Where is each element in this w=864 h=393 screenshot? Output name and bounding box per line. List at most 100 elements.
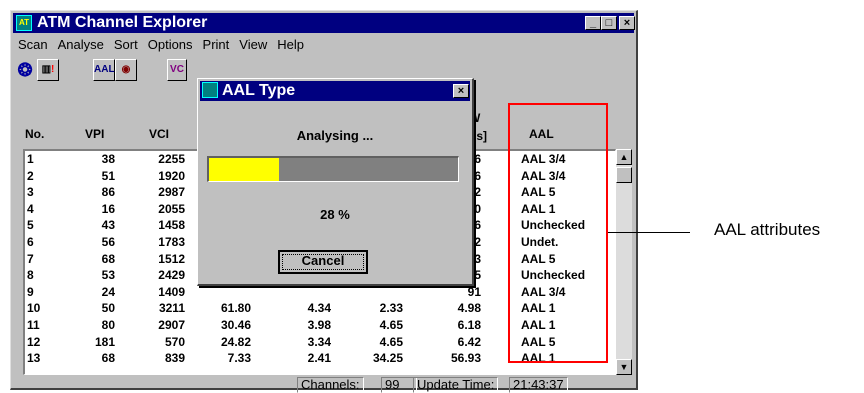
cell-no: 2 [27, 168, 34, 183]
cell-no: 13 [27, 351, 41, 366]
cell-no: 4 [27, 201, 34, 216]
cell-no: 6 [27, 235, 34, 249]
menu-scan[interactable]: Scan [13, 35, 53, 52]
aal-type-dialog: AAL Type × Analysing ... 28 % Cancel [197, 78, 474, 286]
scroll-up-icon[interactable]: ▲ [616, 149, 632, 165]
cell-c5: 4.34 [307, 301, 331, 316]
minimize-icon[interactable]: _ [585, 16, 601, 30]
progress-percent: 28 % [320, 207, 350, 222]
cell-vci: 2055 [158, 201, 185, 216]
cell-c6: 2.33 [379, 301, 403, 316]
cell-c5: 2.41 [307, 351, 331, 366]
cell-no: 12 [27, 334, 41, 349]
app-icon[interactable]: AT [16, 15, 32, 31]
cell-no: 9 [27, 284, 34, 299]
cell-vci: 570 [164, 334, 185, 349]
dialog-message: Analysing ... [296, 128, 374, 143]
cell-c4: 30.46 [220, 318, 251, 332]
cell-vpi: 43 [101, 218, 115, 233]
channels-value: 99 [381, 377, 417, 393]
col-vpi[interactable]: VPI [85, 127, 104, 141]
report-tool-icon[interactable]: ▥! [37, 59, 59, 81]
cell-vci: 2987 [158, 185, 185, 200]
cancel-label: Cancel [301, 253, 345, 268]
cell-no: 3 [27, 185, 34, 200]
scan-tool-icon[interactable]: ❂ [15, 59, 35, 81]
menu-options[interactable]: Options [143, 35, 198, 52]
cell-vpi: 80 [101, 318, 115, 332]
cell-vci: 1783 [158, 235, 185, 249]
dialog-close-icon[interactable]: × [453, 84, 469, 98]
cell-no: 5 [27, 218, 34, 233]
cell-c5: 3.98 [307, 318, 331, 332]
cell-c4: 7.33 [227, 351, 251, 366]
menu-analyse[interactable]: Analyse [53, 35, 109, 52]
dialog-title-bar[interactable]: AAL Type × [200, 81, 470, 101]
cancel-button[interactable]: Cancel [278, 250, 368, 274]
progress-bar [207, 156, 459, 182]
cell-c7: 4.98 [457, 301, 481, 316]
cell-c7: 6.42 [457, 334, 481, 349]
cell-c5: 3.34 [307, 334, 331, 349]
cell-vci: 2429 [158, 268, 185, 283]
cell-vci: 1920 [158, 168, 185, 183]
cell-vci: 839 [164, 351, 185, 366]
cell-no: 7 [27, 251, 34, 266]
title-bar[interactable]: AT ATM Channel Explorer _ □ × [13, 13, 635, 33]
update-time-value: 21:43:37 [509, 377, 568, 393]
cell-vpi: 16 [101, 201, 115, 216]
cell-vci: 1458 [158, 218, 185, 233]
cell-vpi: 24 [101, 284, 115, 299]
cell-vpi: 68 [101, 251, 115, 266]
cell-vci: 2907 [158, 318, 185, 332]
cell-vci: 1409 [158, 284, 185, 299]
close-icon[interactable]: × [619, 16, 635, 30]
scroll-down-icon[interactable]: ▼ [616, 359, 632, 375]
cell-c6: 4.65 [379, 318, 403, 332]
update-time-label: Update Time: [413, 377, 499, 393]
cell-vpi: 181 [94, 334, 115, 349]
cell-no: 1 [27, 152, 34, 166]
cell-vpi: 86 [101, 185, 115, 200]
aal-column-highlight [508, 103, 608, 363]
menu-help[interactable]: Help [272, 35, 309, 52]
cell-no: 10 [27, 301, 41, 316]
status-bar: Channels: 99 Update Time: 21:43:37 [13, 377, 634, 393]
col-no[interactable]: No. [25, 127, 44, 141]
cell-vci: 3211 [158, 301, 185, 316]
cell-no: 11 [27, 318, 40, 332]
window-title: ATM Channel Explorer [37, 14, 208, 31]
cell-c6: 34.25 [372, 351, 403, 366]
maximize-icon[interactable]: □ [601, 16, 617, 30]
cell-c4: 61.80 [220, 301, 251, 316]
cell-no: 8 [27, 268, 34, 283]
col-vci[interactable]: VCI [149, 127, 169, 141]
vci-tool-icon[interactable]: VC [167, 59, 187, 81]
menu-sort[interactable]: Sort [109, 35, 143, 52]
analyse-tool-icon[interactable]: ◉ [115, 59, 137, 81]
cell-vpi: 53 [101, 268, 115, 283]
cell-c7: 91 [467, 284, 481, 299]
menu-print[interactable]: Print [198, 35, 235, 52]
cell-vpi: 56 [101, 235, 115, 249]
progress-fill [209, 158, 279, 181]
cell-vci: 1512 [158, 251, 185, 266]
cell-vpi: 50 [101, 301, 115, 316]
dialog-app-icon [202, 82, 218, 98]
dialog-title: AAL Type [222, 82, 296, 99]
channels-label: Channels: [297, 377, 364, 393]
cell-vpi: 38 [101, 152, 115, 166]
cell-c7: 6.18 [457, 318, 481, 332]
aal-tool-icon[interactable]: AAL [93, 59, 115, 81]
menu-bar: Scan Analyse Sort Options Print View Help [13, 35, 634, 55]
scroll-thumb[interactable] [616, 167, 632, 183]
callout-line [608, 232, 690, 233]
cell-vci: 2255 [158, 152, 185, 166]
menu-view[interactable]: View [234, 35, 272, 52]
vertical-scrollbar[interactable]: ▲ ▼ [616, 149, 632, 375]
cell-vpi: 51 [101, 168, 115, 183]
cell-c7: 56.93 [450, 351, 481, 366]
aal-attributes-callout: AAL attributes [714, 220, 821, 239]
cell-vpi: 68 [101, 351, 115, 366]
cell-c6: 4.65 [379, 334, 403, 349]
